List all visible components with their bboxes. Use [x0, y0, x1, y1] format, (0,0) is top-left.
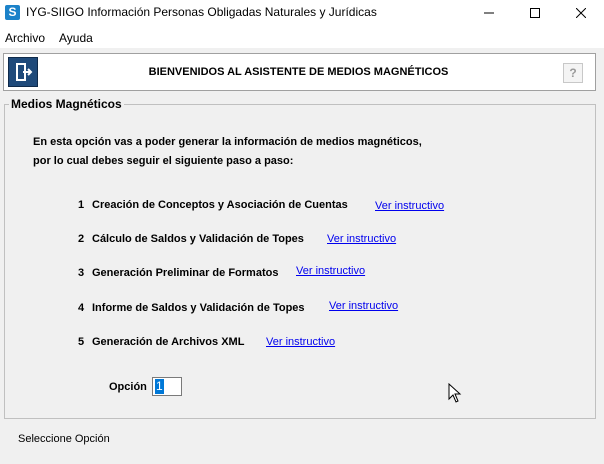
ver-instructivo-link-4[interactable]: Ver instructivo — [329, 300, 398, 312]
window-title: IYG-SIIGO Información Personas Obligadas… — [26, 5, 377, 19]
header-title: BIENVENIDOS AL ASISTENTE DE MEDIOS MAGNÉ… — [148, 66, 449, 78]
minimize-button[interactable] — [466, 0, 512, 26]
ver-instructivo-link-1[interactable]: Ver instructivo — [375, 200, 444, 212]
close-icon — [576, 8, 586, 18]
option-label: Opción — [109, 381, 147, 393]
intro-text-line-2: por lo cual debes seguir el siguiente pa… — [33, 155, 294, 167]
mouse-pointer-icon — [448, 383, 462, 403]
step-number: 3 — [78, 267, 85, 279]
step-1: 1 Creación de Conceptos y Asociación de C… — [78, 199, 348, 211]
group-title: Medios Magnéticos — [9, 97, 124, 111]
step-label: Cálculo de Saldos y Validación de Topes — [92, 233, 304, 245]
step-5: 5 Generación de Archivos XML — [78, 336, 244, 348]
step-label: Creación de Conceptos y Asociación de Cu… — [92, 199, 348, 211]
medios-magneticos-group — [4, 104, 596, 419]
header-panel: BIENVENIDOS AL ASISTENTE DE MEDIOS MAGNÉ… — [3, 53, 596, 91]
step-4: 4 Informe de Saldos y Validación de Topes — [78, 302, 305, 314]
step-number: 1 — [78, 199, 85, 211]
step-label: Generación de Archivos XML — [92, 336, 245, 348]
maximize-button[interactable] — [512, 0, 558, 26]
step-label: Generación Preliminar de Formatos — [92, 267, 279, 279]
ver-instructivo-link-3[interactable]: Ver instructivo — [296, 265, 365, 277]
step-number: 2 — [78, 233, 85, 245]
close-button[interactable] — [558, 0, 604, 26]
ver-instructivo-link-5[interactable]: Ver instructivo — [266, 336, 335, 348]
menu-archivo[interactable]: Archivo — [5, 31, 45, 45]
option-input[interactable]: 1 — [152, 377, 182, 396]
minimize-icon — [484, 12, 494, 14]
intro-text-line-1: En esta opción vas a poder generar la in… — [33, 136, 422, 148]
step-number: 4 — [78, 302, 85, 314]
ver-instructivo-link-2[interactable]: Ver instructivo — [327, 233, 396, 245]
maximize-icon — [530, 8, 540, 18]
step-number: 5 — [78, 336, 85, 348]
title-bar: S IYG-SIIGO Información Personas Obligad… — [0, 0, 604, 26]
step-label: Informe de Saldos y Validación de Topes — [92, 302, 305, 314]
app-icon: S — [5, 5, 20, 20]
option-value: 1 — [155, 379, 164, 394]
step-3: 3 Generación Preliminar de Formatos — [78, 267, 278, 279]
help-button[interactable]: ? — [563, 63, 583, 83]
step-2: 2 Cálculo de Saldos y Validación de Topes — [78, 233, 304, 245]
status-text: Seleccione Opción — [18, 433, 110, 445]
menu-bar: Archivo Ayuda — [0, 26, 604, 48]
menu-ayuda[interactable]: Ayuda — [59, 31, 93, 45]
